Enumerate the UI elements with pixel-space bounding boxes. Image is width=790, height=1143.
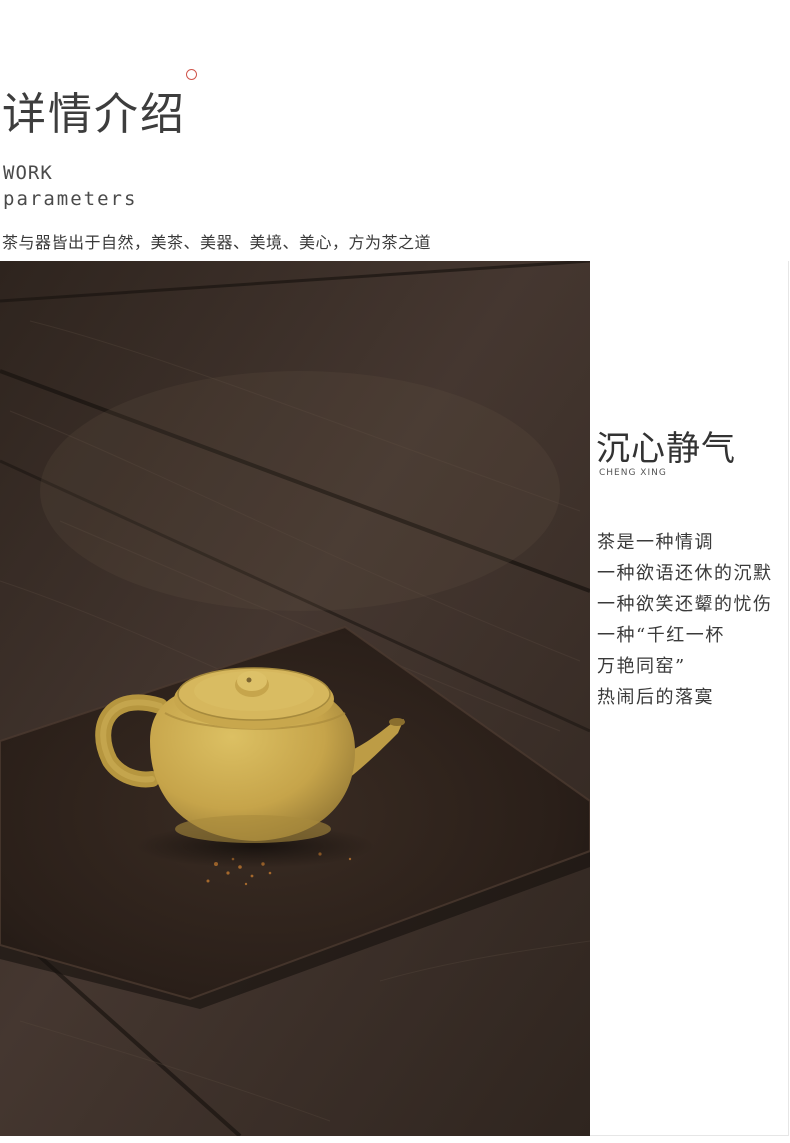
poem-line: 一种欲语还休的沉默: [597, 563, 773, 584]
header: 详情介绍 WORK parameters 茶与器皆出于自然，美茶、美器、美境、美…: [0, 0, 790, 260]
poem-line: 一种欲笑还颦的忧伤: [597, 594, 773, 615]
work-label: WORK: [3, 162, 53, 184]
poem-line: 万艳同窑”: [597, 656, 686, 677]
poem-line: 一种“千红一杯: [597, 625, 725, 646]
poem: 茶是一种情调 一种欲语还休的沉默 一种欲笑还颦的忧伤 一种“千红一杯 万艳同窑”…: [597, 527, 773, 713]
side-subtitle: CHENG XING: [599, 468, 667, 478]
side-panel: 沉心静气 CHENG XING 茶是一种情调 一种欲语还休的沉默 一种欲笑还颦的…: [590, 261, 789, 1136]
side-title: 沉心静气: [596, 429, 736, 469]
teapot-photo: [0, 261, 590, 1136]
decorative-circle-icon: [186, 69, 197, 80]
parameters-label: parameters: [3, 188, 138, 210]
poem-line: 热闹后的落寞: [597, 687, 714, 708]
poem-line: 茶是一种情调: [597, 532, 714, 553]
tagline: 茶与器皆出于自然，美茶、美器、美境、美心，方为茶之道: [2, 233, 432, 252]
page-title: 详情介绍: [2, 89, 186, 140]
